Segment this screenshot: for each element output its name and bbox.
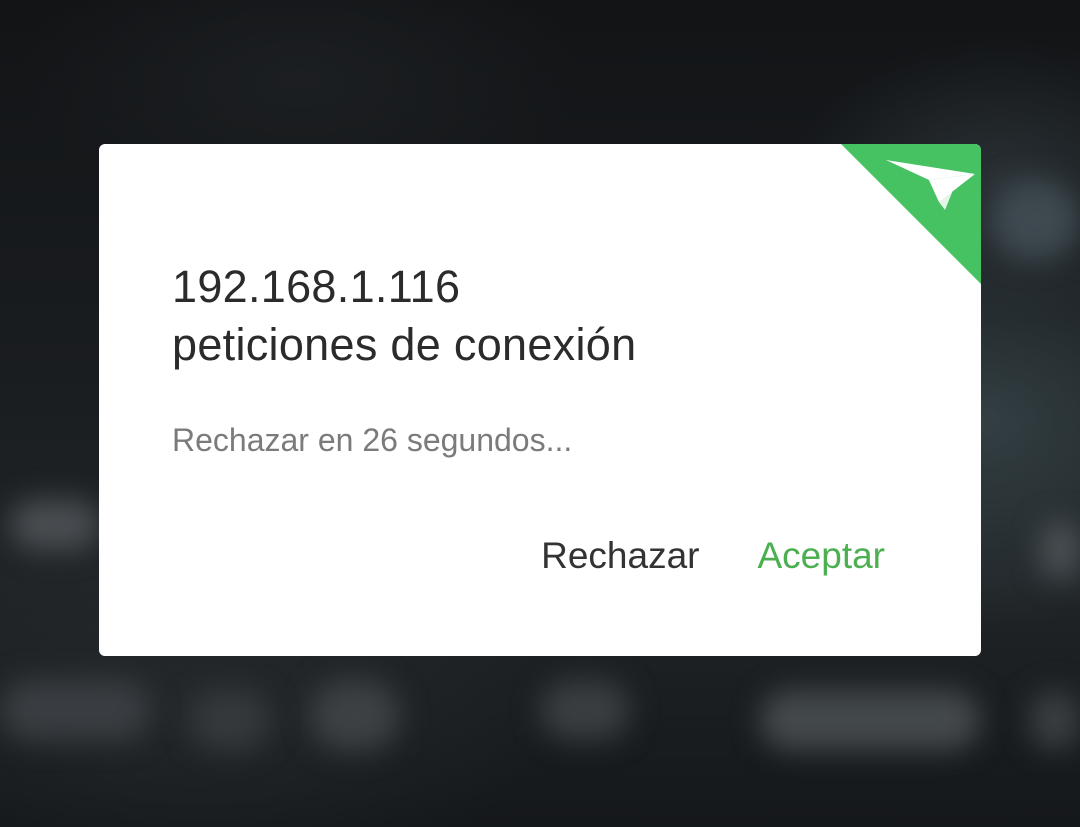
accept-button[interactable]: Aceptar [757,532,885,580]
request-label: peticiones de conexión [172,319,637,370]
ip-address: 192.168.1.116 [172,261,461,312]
dialog-title: 192.168.1.116 peticiones de conexión [172,258,636,374]
background-blur-shape [1040,520,1080,580]
dialog-actions: Rechazar Aceptar [541,532,885,580]
auto-reject-countdown: Rechazar en 26 segundos... [172,422,573,458]
corner-badge [841,144,981,284]
background-blur-shape [990,180,1080,260]
background-blur-shape [10,500,100,550]
background-blur-shape [310,680,400,750]
background-blur-shape [760,690,980,750]
reject-button[interactable]: Rechazar [541,532,699,580]
background-blur-shape [0,680,150,740]
background-blur-shape [190,690,270,750]
background-blur-shape [1030,690,1080,750]
connection-request-dialog: 192.168.1.116 peticiones de conexión Rec… [99,144,981,656]
background-blur-shape [540,680,630,740]
